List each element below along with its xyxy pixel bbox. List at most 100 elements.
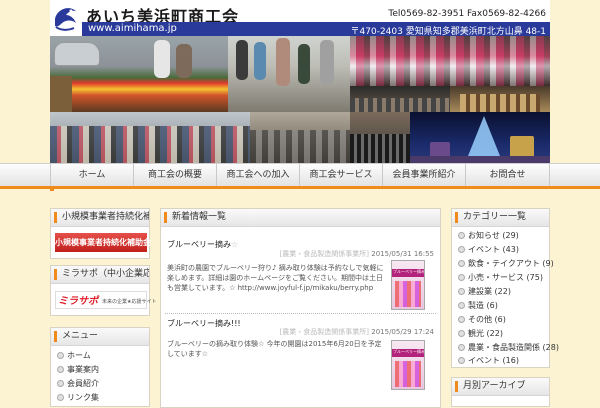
category-label: イベント (43) xyxy=(468,245,519,254)
nav-item-about[interactable]: 商工会の概要 xyxy=(133,164,216,186)
post-title[interactable]: ブルーベリー摘み!!! xyxy=(167,318,241,329)
subsidy-box: 小規模事業者持続化補助金のご案内 小規模事業者持続化補助金 xyxy=(50,208,151,259)
nav-item-members[interactable]: 会員事業所紹介 xyxy=(382,164,465,186)
category-item[interactable]: イベント (43) xyxy=(458,243,519,257)
bullet-icon xyxy=(458,330,465,337)
bullet-icon xyxy=(458,344,465,351)
post-body: ブルーベリーの摘み取り体験☆ 今年の開園は2015年6月20日を予定しています☆ xyxy=(167,340,382,358)
photo-flower-garden xyxy=(50,36,228,112)
bullet-icon xyxy=(458,232,465,239)
mirasapo-box-title: ミラサポ（中小企業応援サイト） xyxy=(51,266,149,284)
mirasapo-logo: ミラサポ xyxy=(58,296,98,307)
menu-item-label: 事業案内 xyxy=(67,365,99,374)
photo-festival-dancers xyxy=(350,36,550,86)
bullet-icon xyxy=(57,352,64,359)
archive-box: 月別アーカイブ xyxy=(451,377,550,407)
photo-hall-event xyxy=(350,86,450,112)
phone-fax: Tel0569-82-3951 Fax0569-82-4266 xyxy=(388,9,546,19)
category-label: 農業・食品製造関係 (28) xyxy=(468,343,559,352)
nav-item-contact[interactable]: お問合せ xyxy=(465,164,550,186)
post-title-text: ブルーベリー摘み!!! xyxy=(167,319,241,328)
flyer-title: ブルーベリー摘み xyxy=(393,269,425,274)
post-flyer-image[interactable]: ブルーベリー摘み xyxy=(391,340,425,390)
category-item[interactable]: 農業・食品製造関係 (28) xyxy=(458,341,559,355)
categories-box: カテゴリー一覧 お知らせ (29) イベント (43) 飲食・テイクアウト (9… xyxy=(451,208,559,368)
category-label: お知らせ (29) xyxy=(468,231,519,240)
photo-street-crowd xyxy=(50,112,250,165)
site-url[interactable]: www.aimihama.jp xyxy=(88,23,177,34)
post-title-suffix: ☆ xyxy=(231,240,239,249)
post-title-text: ブルーベリー摘み xyxy=(167,240,231,249)
category-item[interactable]: イベント (16) xyxy=(458,354,519,368)
logo-strip: あいち美浜町商工会 Tel0569-82-3951 Fax0569-82-426… xyxy=(50,0,550,37)
photo-collage xyxy=(50,36,550,165)
mirasapo-subtitle: 未来の企業★応援サイト xyxy=(102,299,157,305)
nav-item-services[interactable]: 商工会サービス xyxy=(299,164,382,186)
nav-item-membership[interactable]: 商工会への加入 xyxy=(216,164,299,186)
post-date: 2015/05/29 17:24 xyxy=(371,328,434,336)
category-label: 建設業 (22) xyxy=(468,287,511,296)
menu-box-title: メニュー xyxy=(51,328,149,346)
url-bar: www.aimihama.jp 〒470-2403 愛知県知多郡美浜町北方山鼻 … xyxy=(82,22,550,37)
photo-illumination-night xyxy=(410,112,550,165)
category-item[interactable]: その他 (6) xyxy=(458,313,506,327)
bullet-icon xyxy=(458,316,465,323)
menu-item-home[interactable]: ホーム xyxy=(57,349,91,363)
subsidy-box-title: 小規模事業者持続化補助金のご案内 xyxy=(51,209,149,227)
bullet-icon xyxy=(458,274,465,281)
category-item[interactable]: 小売・サービス (75) xyxy=(458,271,543,285)
post-date: 2015/05/31 16:55 xyxy=(371,250,434,258)
category-label: 飲食・テイクアウト (9) xyxy=(468,259,554,268)
flyer-berry-pattern xyxy=(395,281,421,307)
accent-marker xyxy=(50,187,54,191)
news-box-title: 新着情報一覧 xyxy=(161,209,440,227)
bullet-icon xyxy=(458,302,465,309)
bullet-icon xyxy=(458,357,465,364)
flyer-berry-pattern xyxy=(395,361,421,387)
category-label: 観光 (22) xyxy=(468,329,503,338)
header-banner: あいち美浜町商工会 Tel0569-82-3951 Fax0569-82-426… xyxy=(50,0,550,165)
bullet-icon xyxy=(57,380,64,387)
bullet-icon xyxy=(458,246,465,253)
post-title[interactable]: ブルーベリー摘み☆ xyxy=(167,239,238,250)
mirasapo-banner[interactable]: ミラサポ 未来の企業★応援サイト xyxy=(55,291,156,309)
news-box: 新着情報一覧 ブルーベリー摘み☆ [農業・食品製造関係事業所] 2015/05/… xyxy=(160,208,441,408)
menu-item-business[interactable]: 事業案内 xyxy=(57,363,99,377)
category-item[interactable]: 製造 (6) xyxy=(458,299,498,313)
menu-box: メニュー ホーム 事業案内 会員紹介 リンク集 xyxy=(50,327,150,407)
category-item[interactable]: 観光 (22) xyxy=(458,327,503,341)
category-label: 製造 (6) xyxy=(468,301,498,310)
photo-people-tables xyxy=(250,112,350,165)
bullet-icon xyxy=(458,288,465,295)
post-flyer-image[interactable]: ブルーベリー摘み xyxy=(391,260,425,310)
photo-stage-event xyxy=(450,86,550,112)
menu-item-links[interactable]: リンク集 xyxy=(57,391,99,405)
nav-item-home[interactable]: ホーム xyxy=(50,164,133,186)
flyer-title: ブルーベリー摘み xyxy=(393,349,425,354)
bullet-icon xyxy=(57,366,64,373)
category-item[interactable]: お知らせ (29) xyxy=(458,229,519,243)
category-label: イベント (16) xyxy=(468,356,519,365)
dolphin-logo-icon xyxy=(55,8,76,31)
subsidy-banner-button[interactable]: 小規模事業者持続化補助金 xyxy=(55,233,151,252)
main-nav: ホーム 商工会の概要 商工会への加入 商工会サービス 会員事業所紹介 お問合せ xyxy=(0,163,600,189)
post-body: 美浜町の農園でブルーベリー狩り♪ 摘み取り体験は予約なしで気軽に楽しめます。詳細… xyxy=(167,264,384,292)
post-category[interactable]: [農業・食品製造関係事業所] xyxy=(280,328,369,336)
category-item[interactable]: 建設業 (22) xyxy=(458,285,511,299)
category-label: その他 (6) xyxy=(468,315,506,324)
mirasapo-box: ミラサポ（中小企業応援サイト） ミラサポ 未来の企業★応援サイト xyxy=(50,265,156,316)
categories-box-title: カテゴリー一覧 xyxy=(452,209,549,227)
post-meta: [農業・食品製造関係事業所] 2015/05/29 17:24 xyxy=(280,327,434,337)
menu-item-members[interactable]: 会員紹介 xyxy=(57,377,99,391)
category-item[interactable]: 飲食・テイクアウト (9) xyxy=(458,257,554,271)
post-meta: [農業・食品製造関係事業所] 2015/05/31 16:55 xyxy=(280,249,434,259)
photo-conference-room xyxy=(350,112,410,165)
post-category[interactable]: [農業・食品製造関係事業所] xyxy=(280,250,369,258)
menu-item-label: 会員紹介 xyxy=(67,379,99,388)
photo-market-crowd xyxy=(228,36,350,112)
archive-box-title: 月別アーカイブ xyxy=(452,378,549,396)
bullet-icon xyxy=(458,260,465,267)
category-label: 小売・サービス (75) xyxy=(468,273,543,282)
menu-item-label: リンク集 xyxy=(67,393,99,402)
post-divider xyxy=(165,313,436,314)
